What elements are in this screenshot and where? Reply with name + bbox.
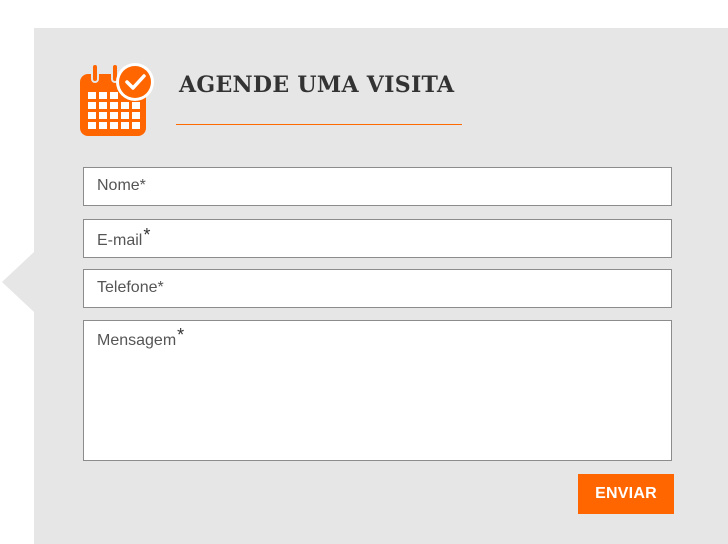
enviar-button[interactable]: ENVIAR [578,474,674,514]
telefone-field[interactable] [83,269,672,308]
nome-field[interactable] [83,167,672,206]
form-title: AGENDE UMA VISITA [179,72,455,98]
mensagem-field[interactable] [83,320,672,461]
email-field[interactable] [83,219,672,258]
panel-pointer [2,252,34,312]
calendar-clock-icon [80,63,154,136]
title-divider [176,124,462,125]
